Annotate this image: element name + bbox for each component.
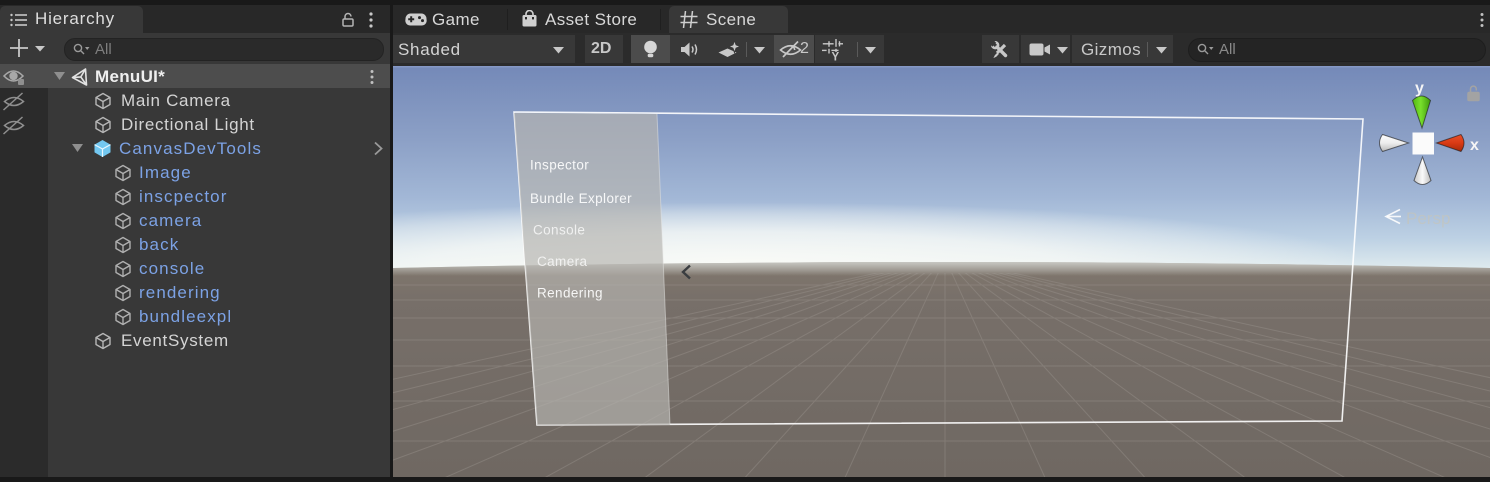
svg-text:Y: Y [832,52,840,62]
svg-text:Camera: Camera [537,254,588,269]
svg-text:y: y [1415,80,1424,97]
svg-text:Inspector: Inspector [530,158,589,173]
svg-text:Persp: Persp [1406,209,1450,228]
svg-text:Console: Console [533,223,585,238]
svg-text:x: x [1470,137,1479,154]
svg-text:Rendering: Rendering [537,286,603,301]
svg-text:Bundle Explorer: Bundle Explorer [530,191,632,206]
